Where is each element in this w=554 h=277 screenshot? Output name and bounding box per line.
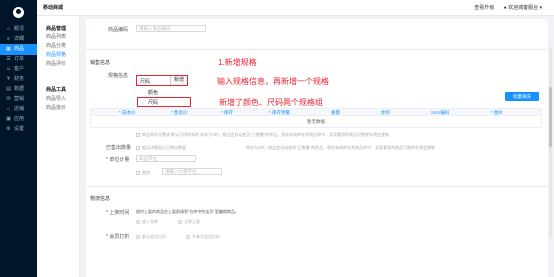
discount-radio-join[interactable]: 参与会员打折 (136, 234, 166, 240)
brand-name: 移动商城 (43, 5, 64, 11)
unit-input[interactable]: 请输入计量单位 (162, 168, 222, 175)
other-check[interactable]: 其他 (136, 170, 150, 176)
batch-fill-button[interactable]: 批量填充 (505, 92, 539, 101)
annotation-input-spec: 输入规格信息，再新增一个规格 (217, 77, 329, 86)
user-menu[interactable]: ● 欢迎城客服台 ▾ (504, 5, 542, 11)
radio[interactable] (178, 219, 182, 224)
spec-group-highlight (137, 97, 191, 107)
shelf-text: 放时上架的商品在上架前请到"仓库中的宝贝"里编辑商品。 (136, 209, 239, 214)
subnav-item-goods-category[interactable]: 商品分类 (46, 42, 66, 49)
sku-table-empty: 暂无数据 (90, 116, 542, 128)
spec-input-value: 尺码 (140, 79, 151, 85)
subnav-item-import[interactable]: 商品导入 (46, 95, 66, 102)
sidebar-item-label: 订单 (14, 56, 25, 62)
sidebar-item-label: 应用 (14, 116, 25, 122)
sidebar-item-label: 店铺 (14, 106, 25, 112)
sidebar-item-label: 商品 (14, 46, 25, 52)
sidebar-item-label: 设置 (14, 126, 25, 132)
spec-group-color[interactable]: 颜色 (148, 89, 158, 96)
goods-edit-form: 商品编码 请输入商品编码 销售信息 规格信息 尺码 新增 颜色 尺码 1.新增规… (86, 19, 548, 277)
subnav-group-tools-title: 商品工具 (46, 87, 67, 93)
subnav-item-goods-spec[interactable]: 商品规格 (46, 51, 66, 58)
radio[interactable] (136, 234, 140, 239)
spec-label: 规格信息 (108, 73, 129, 79)
sidebar-item-label: 数据 (14, 86, 25, 92)
sidebar-item-label: 详细 (14, 36, 25, 42)
sold-check[interactable]: 商品详情显示已售出数量 (136, 145, 186, 151)
sidebar-item-settings[interactable]: ⚙ 设置 (0, 124, 37, 135)
top-bar: 移动商城 查看升级 ● 欢迎城客服台 ▾ (37, 0, 554, 16)
top-right-menu: 查看升级 ● 欢迎城客服台 ▾ (466, 4, 542, 11)
sidebar-item-label: 客户 (14, 66, 25, 72)
spec-input[interactable]: 尺码 新增 (136, 75, 188, 86)
radio[interactable] (136, 219, 140, 224)
secondary-nav: 商品管理 商品列表 商品分类 商品规格 商品评价 商品工具 商品导入 商品批价 (37, 16, 80, 277)
sold-note: 库存为0时，商品会自动放到"已售罄"的库品，保存有效库存到商品库中，买家看到的商… (246, 145, 436, 150)
logistics-section-title: 物流信息 (90, 196, 111, 202)
sidebar-item-label: 营销 (14, 96, 25, 102)
sold-checkbox[interactable] (136, 145, 140, 150)
annotation-spec-groups: 新增了颜色、尺码两个规格组 (219, 98, 323, 107)
discount-label: * 会员打折 (106, 234, 130, 240)
avatar[interactable] (13, 7, 24, 18)
subnav-item-goods-list[interactable]: 商品列表 (46, 33, 66, 40)
main-sidebar: ⌂ 概况 ≡ 详细 ▦ 商品 ☰ 订单 ☺ 客户 ¥ 财务 ▤ 数据 ✉ 营销 ⌂ 店铺 ▣ 应用 ⚙ 设置 (0, 0, 37, 277)
subnav-group-goods-title: 商品管理 (46, 26, 67, 32)
sidebar-item-label: 概况 (14, 26, 25, 32)
scrollbar-thumb[interactable] (549, 87, 552, 147)
content-scrollbar[interactable] (549, 47, 552, 237)
sku-table-header: * 成本价 * 售卖价 * 库存 * 库存预警 重量 体积 SKU编码 * 图片 (90, 108, 542, 116)
stock-checkbox[interactable] (136, 132, 140, 137)
shelf-radio-now[interactable]: 立即上架 (178, 219, 200, 225)
stock-setting-note[interactable]: 商品库存设置成 默认可用库存的 库存为0时，商品会自动变为"已售罄"的库品，保存… (136, 132, 389, 138)
shelf-label: * 上架时间 (106, 210, 130, 216)
code-input[interactable]: 请输入商品编码 (136, 25, 206, 32)
help-link[interactable]: 查看升级 (474, 5, 494, 11)
divider (86, 49, 548, 50)
other-checkbox[interactable] (136, 170, 140, 175)
unit-select[interactable]: 商品单位 (136, 155, 196, 162)
code-label: 商品编码 (108, 27, 129, 33)
sidebar-item-label: 财务 (14, 76, 25, 82)
discount-radio-skip[interactable]: 不参与会员打折 (186, 234, 220, 240)
spec-add-button[interactable]: 新增 (170, 76, 187, 85)
subnav-item-price[interactable]: 商品批价 (46, 104, 66, 111)
unit-label: * 单位计量 (106, 157, 130, 163)
subnav-item-goods-review[interactable]: 商品评价 (46, 60, 66, 67)
radio[interactable] (186, 234, 190, 239)
annotation-add-spec: 1.新增规格 (218, 58, 257, 67)
shelf-radio-warehouse[interactable]: 放入仓库 (136, 219, 158, 225)
sold-label: 已售出数量 (106, 145, 132, 151)
divider (86, 186, 548, 187)
spec-group-size[interactable]: 尺码 (148, 99, 158, 106)
sales-section-title: 销售信息 (90, 60, 111, 66)
settings-icon: ⚙ (6, 126, 11, 132)
